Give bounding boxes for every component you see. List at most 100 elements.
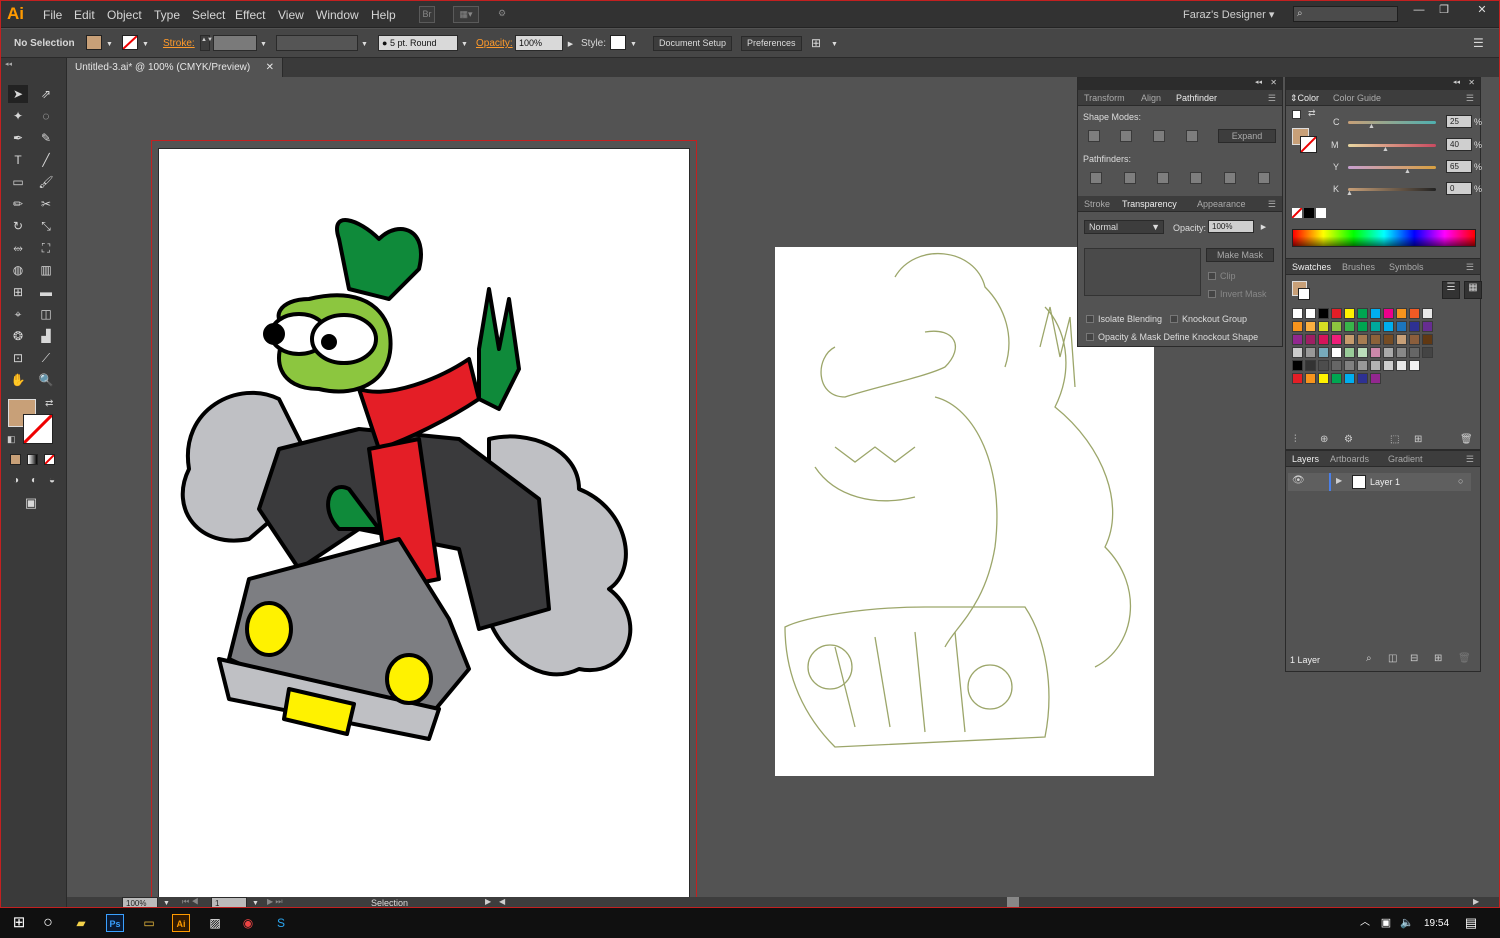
- tab-swatches[interactable]: Swatches: [1292, 262, 1331, 272]
- chevron-down-icon[interactable]: ▼: [259, 40, 268, 49]
- scroll-right-icon[interactable]: ▶: [1473, 897, 1479, 906]
- yellow-value[interactable]: 65: [1446, 160, 1472, 173]
- align-options-icon[interactable]: ⊞: [811, 36, 821, 50]
- color-swatch[interactable]: [1331, 308, 1342, 319]
- color-swatch[interactable]: [1357, 373, 1368, 384]
- color-swatch[interactable]: [1318, 347, 1329, 358]
- menu-select[interactable]: Select: [192, 8, 225, 22]
- color-swatch[interactable]: [1331, 360, 1342, 371]
- slider-handle-icon[interactable]: ▲: [1404, 168, 1411, 175]
- color-spectrum[interactable]: [1292, 229, 1476, 247]
- black-swatch[interactable]: [1304, 208, 1314, 218]
- paintbrush-tool-icon[interactable]: 🖌: [36, 173, 56, 191]
- scissors-tool-icon[interactable]: ✂: [36, 195, 56, 213]
- tab-layers[interactable]: Layers: [1292, 454, 1319, 464]
- chevron-down-icon[interactable]: ▼: [460, 40, 469, 49]
- color-swatch[interactable]: [1370, 360, 1381, 371]
- color-swatch[interactable]: [1396, 334, 1407, 345]
- tab-align[interactable]: Align: [1141, 93, 1161, 103]
- swatch-options-icon[interactable]: ⚙: [1344, 434, 1353, 445]
- outline-icon[interactable]: [1224, 172, 1236, 184]
- opacity-field[interactable]: 100%: [1208, 220, 1254, 233]
- shape-builder-tool-icon[interactable]: ◍: [8, 261, 28, 279]
- graphic-style-swatch[interactable]: [610, 35, 626, 50]
- minus-back-icon[interactable]: [1258, 172, 1270, 184]
- pen-tool-icon[interactable]: ✒: [8, 129, 28, 147]
- perspective-grid-tool-icon[interactable]: ▥: [36, 261, 56, 279]
- tab-transform[interactable]: Transform: [1084, 93, 1125, 103]
- show-swatch-kinds-icon[interactable]: ⊕: [1320, 434, 1328, 445]
- tab-transparency[interactable]: Transparency: [1122, 199, 1177, 209]
- clock[interactable]: 19:54: [1424, 918, 1449, 929]
- clip-checkbox[interactable]: [1208, 272, 1216, 280]
- unite-icon[interactable]: [1088, 130, 1100, 142]
- status-tool[interactable]: Selection: [371, 898, 408, 907]
- skype-icon[interactable]: S: [272, 914, 290, 932]
- swap-colors-icon[interactable]: ⇄: [45, 398, 53, 409]
- artboard-tool-icon[interactable]: ⊡: [8, 349, 28, 367]
- eye-icon[interactable]: 👁: [1292, 475, 1305, 486]
- trim-icon[interactable]: [1124, 172, 1136, 184]
- stroke-weight-field[interactable]: [213, 35, 257, 51]
- color-swatch[interactable]: [1292, 360, 1303, 371]
- swatch-libraries-icon[interactable]: ⫶: [1294, 434, 1297, 445]
- lasso-tool-icon[interactable]: ◌: [36, 107, 56, 125]
- gpu-performance-icon[interactable]: ⚙: [491, 6, 513, 23]
- merge-icon[interactable]: [1157, 172, 1169, 184]
- chevron-down-icon[interactable]: ▼: [360, 40, 369, 49]
- panel-menu-icon[interactable]: ☰: [1466, 262, 1474, 273]
- color-swatch[interactable]: [1305, 334, 1316, 345]
- tab-symbols[interactable]: Symbols: [1389, 262, 1424, 272]
- minus-front-icon[interactable]: [1120, 130, 1132, 142]
- color-swatch[interactable]: [1318, 321, 1329, 332]
- panel-menu-icon[interactable]: ☰: [1473, 36, 1484, 50]
- color-swatch[interactable]: [1344, 360, 1355, 371]
- color-swatch[interactable]: [1331, 347, 1342, 358]
- column-graph-tool-icon[interactable]: ▟: [36, 327, 56, 345]
- color-swatch[interactable]: [1409, 347, 1420, 358]
- color-swatch[interactable]: [1370, 373, 1381, 384]
- color-swatch[interactable]: [1292, 373, 1303, 384]
- pencil-tool-icon[interactable]: ✏: [8, 195, 28, 213]
- color-swatch[interactable]: [1305, 360, 1316, 371]
- color-swatch[interactable]: [1409, 334, 1420, 345]
- color-swatch[interactable]: [1357, 334, 1368, 345]
- color-swatch[interactable]: [1422, 308, 1433, 319]
- color-swatch[interactable]: [1383, 308, 1394, 319]
- menu-view[interactable]: View: [278, 8, 304, 22]
- color-swatch[interactable]: [1422, 347, 1433, 358]
- chevron-right-icon[interactable]: ▶: [485, 897, 491, 906]
- file-explorer-icon[interactable]: ▭: [140, 914, 158, 932]
- color-swatch[interactable]: [1422, 321, 1433, 332]
- magic-wand-tool-icon[interactable]: ✦: [8, 107, 28, 125]
- make-mask-button[interactable]: Make Mask: [1206, 248, 1274, 262]
- artboard-field[interactable]: 1: [211, 897, 247, 907]
- color-swatch[interactable]: [1370, 334, 1381, 345]
- color-swatch[interactable]: [1409, 360, 1420, 371]
- stroke-stepper[interactable]: ▲▼: [200, 35, 213, 51]
- eyedropper-tool-icon[interactable]: ⌖: [8, 305, 28, 323]
- list-view-icon[interactable]: ☰: [1442, 281, 1460, 299]
- brush-definition[interactable]: ● 5 pt. Round: [378, 35, 458, 51]
- menu-window[interactable]: Window: [316, 8, 359, 22]
- color-swatch[interactable]: [1409, 308, 1420, 319]
- zoom-tool-icon[interactable]: 🔍: [36, 371, 56, 389]
- menu-edit[interactable]: Edit: [74, 8, 95, 22]
- notifications-icon[interactable]: ▤: [1462, 914, 1480, 932]
- menu-type[interactable]: Type: [154, 8, 180, 22]
- close-icon[interactable]: ✕: [1466, 3, 1498, 17]
- color-swatch[interactable]: [1344, 347, 1355, 358]
- invert-mask-checkbox[interactable]: [1208, 290, 1216, 298]
- color-swatch[interactable]: [1292, 321, 1303, 332]
- stroke-color-box[interactable]: [23, 414, 53, 444]
- color-swatch[interactable]: [1396, 321, 1407, 332]
- fill-swatch[interactable]: [86, 35, 102, 50]
- black-slider[interactable]: [1348, 188, 1436, 191]
- search-icon[interactable]: ○: [39, 914, 57, 932]
- new-layer-icon[interactable]: ⊞: [1434, 653, 1442, 664]
- arrange-documents-icon[interactable]: ▦▾: [453, 6, 479, 23]
- menu-effect[interactable]: Effect: [235, 8, 265, 22]
- color-swatch[interactable]: [1396, 308, 1407, 319]
- chevron-down-icon[interactable]: ▼: [629, 40, 638, 49]
- layer-name[interactable]: Layer 1: [1370, 477, 1400, 487]
